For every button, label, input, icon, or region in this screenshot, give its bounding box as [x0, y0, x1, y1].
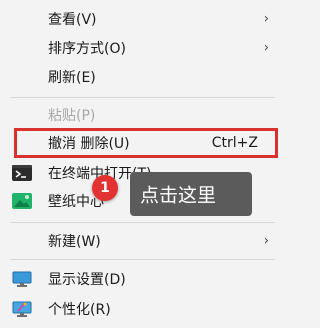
menu-separator	[10, 259, 275, 260]
menu-item-paste[interactable]: 粘贴(P)	[0, 100, 285, 130]
menu-item-label: 显示设置(D)	[48, 272, 126, 288]
menu-item-label: 刷新(E)	[48, 70, 96, 86]
menu-item-refresh[interactable]: 刷新(E)	[0, 62, 285, 92]
highlight-box	[14, 128, 278, 158]
display-settings-icon	[12, 271, 32, 287]
callout-tooltip: 点击这里	[130, 172, 252, 216]
terminal-icon	[12, 165, 32, 181]
wallpaper-icon	[12, 193, 32, 209]
context-menu: 查看(V) › 排序方式(O) › 刷新(E) 粘贴(P) 撤消 删除(U) C…	[0, 0, 285, 328]
menu-item-personalize[interactable]: 个性化(R)	[0, 294, 285, 324]
menu-item-view[interactable]: 查看(V) ›	[0, 4, 285, 34]
menu-separator	[10, 222, 275, 223]
step-badge: 1	[92, 175, 118, 201]
menu-separator	[10, 97, 275, 98]
chevron-right-icon: ›	[263, 40, 269, 56]
chevron-right-icon: ›	[263, 233, 269, 249]
menu-item-label: 查看(V)	[48, 12, 97, 28]
menu-item-label: 新建(W)	[48, 234, 101, 250]
menu-item-display-settings[interactable]: 显示设置(D)	[0, 264, 285, 294]
menu-item-label: 粘贴(P)	[48, 108, 96, 124]
menu-item-label: 个性化(R)	[48, 302, 111, 318]
callout-text: 点击这里	[140, 184, 217, 207]
personalize-icon	[12, 301, 32, 317]
chevron-right-icon: ›	[263, 11, 269, 27]
menu-item-sort-by[interactable]: 排序方式(O) ›	[0, 33, 285, 63]
menu-item-new[interactable]: 新建(W) ›	[0, 226, 285, 256]
menu-item-label: 排序方式(O)	[48, 41, 126, 57]
